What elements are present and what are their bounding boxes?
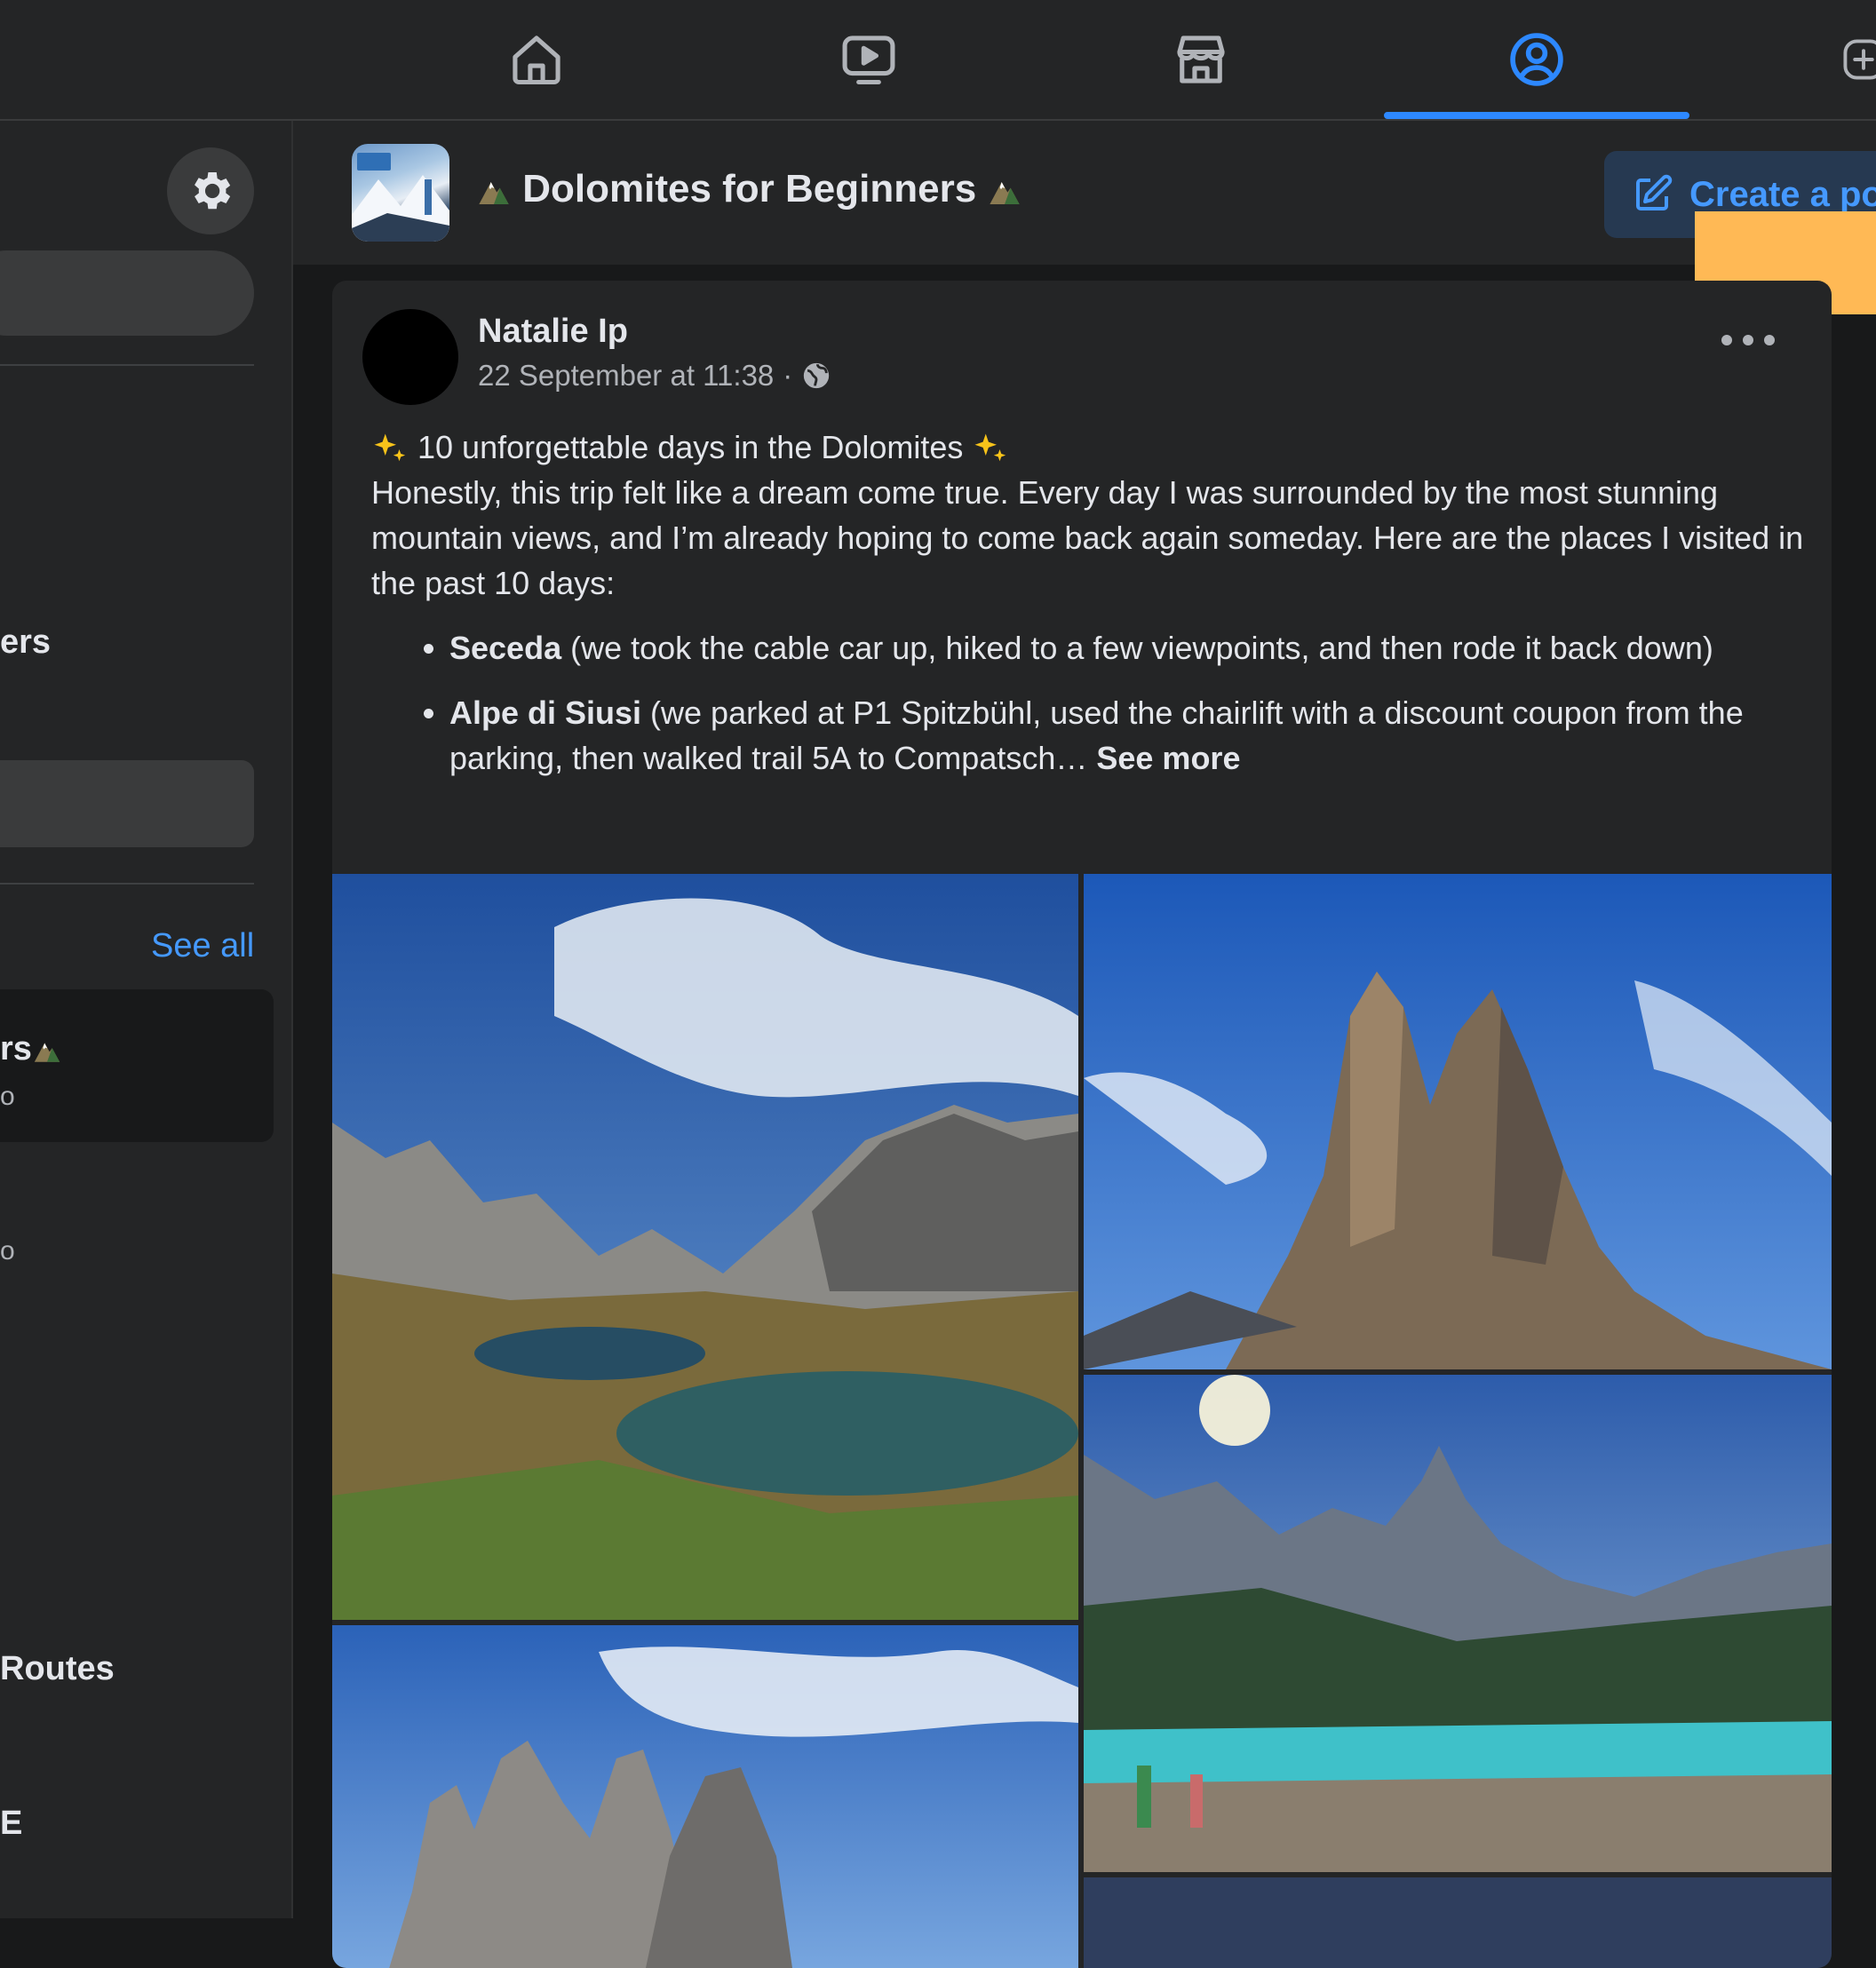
watch-tab[interactable]	[716, 0, 1021, 119]
post-author[interactable]: Natalie Ip	[478, 313, 628, 351]
post-body: 10 unforgettable days in the Dolomites H…	[371, 425, 1810, 800]
group-header: Dolomites for Beginners Create a po	[293, 121, 1876, 265]
left-sidebar: ers See all rs o o Routes E	[0, 121, 293, 1918]
sidebar-item-e[interactable]: E	[0, 1805, 22, 1843]
groups-icon	[1510, 33, 1563, 86]
marketplace-tab[interactable]	[1048, 0, 1354, 119]
post-photo[interactable]	[332, 1625, 1078, 1968]
create-tab[interactable]	[1823, 0, 1876, 119]
list-item: Alpe di Siusi (we parked at P1 Spitzbühl…	[449, 690, 1810, 781]
group-thumbnail[interactable]	[352, 144, 449, 242]
globe-icon	[804, 362, 830, 389]
post-bullet-list: Seceda (we took the cable car up, hiked …	[371, 625, 1810, 781]
see-more-link[interactable]: See more	[1096, 740, 1240, 776]
group-title[interactable]: Dolomites for Beginners	[476, 167, 1022, 211]
group-title-text: Dolomites for Beginners	[522, 167, 977, 210]
place-name: Seceda	[449, 630, 562, 666]
list-item: Seceda (we took the cable car up, hiked …	[449, 625, 1810, 671]
compose-icon	[1636, 174, 1673, 210]
post-photo[interactable]	[332, 874, 1078, 1620]
place-name: Alpe di Siusi	[449, 694, 642, 731]
mountain-emoji-icon	[34, 1043, 60, 1062]
post-meta: 22 September at 11:38 ·	[478, 359, 831, 393]
post-photo[interactable]	[1084, 1375, 1832, 1872]
create-post-label: Create a po	[1689, 174, 1876, 214]
gear-icon	[195, 172, 231, 210]
groups-tab[interactable]	[1384, 0, 1689, 119]
watch-icon	[842, 36, 895, 85]
mountain-emoji-icon	[479, 182, 509, 205]
sparkles-icon	[974, 433, 1006, 462]
group-name-text: rs	[0, 1030, 32, 1067]
post-photo[interactable]	[1084, 874, 1832, 1369]
sidebar-group-meta: o	[0, 1236, 15, 1266]
divider	[0, 883, 254, 885]
more-options-button[interactable]	[1721, 327, 1775, 353]
settings-button[interactable]	[167, 147, 254, 234]
sidebar-item-routes[interactable]: Routes	[0, 1650, 115, 1688]
sidebar-action-button[interactable]	[0, 760, 254, 847]
sparkles-icon	[374, 433, 406, 462]
sidebar-group-name[interactable]: rs	[0, 1030, 62, 1068]
see-all-link[interactable]: See all	[151, 927, 254, 965]
place-description: (we took the cable car up, hiked to a fe…	[561, 630, 1713, 666]
home-tab[interactable]	[384, 0, 689, 119]
post-timestamp[interactable]: 22 September at 11:38	[478, 359, 774, 393]
meta-separator: ·	[783, 359, 793, 392]
feed-post: Natalie Ip 22 September at 11:38 · 10 un…	[332, 281, 1832, 1968]
post-photo[interactable]	[1084, 1877, 1832, 1968]
search-input[interactable]	[0, 250, 254, 336]
top-navigation	[0, 0, 1876, 121]
post-intro-line: 10 unforgettable days in the Dolomites	[371, 425, 1810, 470]
sidebar-item-label[interactable]: ers	[0, 623, 51, 662]
post-intro: 10 unforgettable days in the Dolomites	[417, 429, 964, 465]
add-icon	[1843, 39, 1876, 80]
home-icon	[513, 36, 560, 85]
marketplace-icon	[1177, 36, 1225, 83]
mountain-emoji-icon	[990, 182, 1021, 205]
divider	[0, 364, 254, 366]
avatar[interactable]	[362, 309, 458, 405]
post-paragraph: Honestly, this trip felt like a dream co…	[371, 474, 1804, 601]
sidebar-group-meta: o	[0, 1082, 15, 1111]
